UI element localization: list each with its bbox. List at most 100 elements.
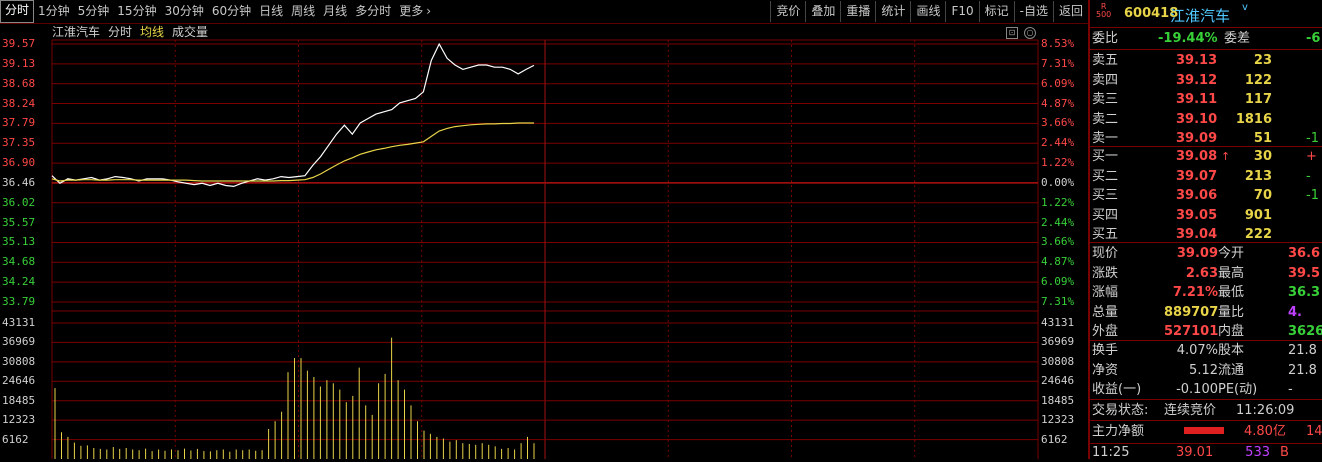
chart-options-icon[interactable]: ○: [1024, 27, 1036, 39]
weibi-row: 委比 -19.44% 委差 -6: [1092, 29, 1322, 48]
sell-row-2: 卖二 39.10 1816: [1092, 110, 1322, 129]
tool-button-3[interactable]: 统计: [875, 1, 910, 22]
volume-tick-label: 24646: [2, 374, 36, 388]
market-badge: R 500: [1096, 3, 1111, 19]
price-tick-label: 37.35: [2, 136, 36, 150]
cell: 主力净额: [1092, 424, 1145, 439]
mode-label: 分时: [108, 25, 133, 39]
price-line: [51, 42, 535, 188]
tool-button-6[interactable]: 标记: [978, 1, 1014, 22]
pct-tick-label: 1.22%: [1041, 195, 1075, 209]
pct-tick-label: 6.09%: [1041, 76, 1075, 90]
panel-divider-line: [1090, 399, 1322, 400]
stock-name-label: 江淮汽车: [52, 25, 101, 39]
chevron-right-icon: ›: [426, 4, 432, 18]
avg-line-label[interactable]: 均线: [140, 24, 164, 41]
trade-status-row: 交易状态: 连续竞价 11:26:09: [1092, 401, 1322, 420]
cell: 净资: [1092, 362, 1119, 378]
price-tick-label: 38.68: [2, 76, 36, 90]
cell: 889707: [1164, 304, 1219, 320]
cell: 39.07: [1176, 168, 1218, 184]
tab-7[interactable]: 周线: [287, 1, 319, 22]
cell: 4.07%: [1176, 343, 1218, 358]
tab-8[interactable]: 月线: [319, 1, 351, 22]
cell: 2.63: [1185, 265, 1218, 281]
cell: 11:26:09: [1236, 403, 1295, 418]
stock-name: 江淮汽车: [1170, 7, 1231, 25]
stat-row-0: 现价 39.09 今开 36.6: [1092, 244, 1322, 263]
tab-5[interactable]: 60分钟: [208, 1, 255, 22]
stock-suffix: v: [1242, 2, 1248, 13]
price-tick-label: 36.90: [2, 156, 36, 170]
badge-500: 500: [1096, 10, 1112, 19]
tab-0[interactable]: 分时: [0, 0, 35, 23]
cell: 卖四: [1092, 72, 1119, 88]
cell: 39.12: [1176, 72, 1218, 88]
cell: 39.5: [1288, 265, 1321, 281]
stat-row-1: 涨跌 2.63 最高 39.5: [1092, 264, 1322, 283]
price-tick-label: 34.24: [2, 275, 36, 289]
price-tick-label: 35.57: [2, 215, 36, 229]
tool-button-4[interactable]: 画线: [910, 1, 945, 22]
cell: 涨跌: [1092, 265, 1119, 281]
price-tick-label: 38.24: [2, 96, 36, 110]
volume-tick-label: 30808: [2, 354, 36, 368]
volume-tick-label: 36969: [2, 335, 36, 349]
tool-button-1[interactable]: 叠加: [805, 1, 840, 22]
cell: 39.13: [1176, 53, 1218, 68]
cell: 最高: [1218, 265, 1245, 281]
tab-2[interactable]: 5分钟: [74, 1, 114, 22]
panel-divider-line: [1090, 420, 1322, 421]
stat2-row-0: 换手 4.07% 股本 21.8: [1092, 341, 1322, 360]
cell: 涨幅: [1092, 285, 1119, 300]
tool-button-0[interactable]: 竞价: [770, 1, 805, 22]
volume-tick-label-right: 36969: [1041, 335, 1075, 349]
tab-6[interactable]: 日线: [255, 1, 287, 22]
cell: 内盘: [1218, 324, 1245, 339]
cell: 收益(一): [1092, 382, 1142, 397]
price-tick-label: 36.02: [2, 195, 36, 209]
buy-row-1: 买一 39.08 ↑ 30 +: [1092, 147, 1322, 166]
volume-label[interactable]: 成交量: [172, 24, 208, 41]
cell: 39.01: [1176, 445, 1214, 460]
tab-1[interactable]: 1分钟: [34, 1, 74, 22]
tool-button-8[interactable]: 返回: [1052, 1, 1088, 22]
cell: 换手: [1092, 343, 1119, 358]
pct-tick-label: 1.22%: [1041, 156, 1075, 170]
cell: 卖三: [1092, 92, 1119, 107]
tool-button-7[interactable]: -自选: [1013, 1, 1053, 22]
tool-buttons: 竞价 叠加 重播 统计 画线 F10 标记 -自选 返回: [770, 0, 1088, 23]
volume-tick-label-right: 18485: [1041, 393, 1075, 407]
cell: -0.100: [1176, 382, 1218, 397]
cell: 39.10: [1176, 111, 1218, 127]
stat2-row-2: 收益(一) -0.100 PE(动) -: [1092, 380, 1322, 399]
last-tick-row: 11:25 39.01 533 B: [1092, 443, 1322, 462]
tool-button-5[interactable]: F10: [945, 1, 978, 22]
pct-tick-label: 7.31%: [1041, 295, 1075, 308]
cell: 39.11: [1176, 92, 1218, 107]
cell: 流通: [1218, 362, 1245, 378]
cell: 117: [1244, 92, 1272, 107]
cell: 7.21%: [1172, 285, 1218, 300]
pct-tick-label: 2.44%: [1041, 215, 1075, 229]
pct-tick-label: 4.87%: [1041, 96, 1075, 110]
cell: 901: [1244, 207, 1272, 223]
tab-10[interactable]: 更多 ›: [395, 1, 435, 22]
cell: 23: [1253, 53, 1272, 68]
cell: -: [1288, 382, 1293, 397]
cell: 213: [1244, 168, 1272, 184]
panel-divider-line: [1090, 49, 1322, 50]
tool-button-2[interactable]: 重播: [840, 1, 875, 22]
cell: 买四: [1092, 207, 1119, 223]
tab-3[interactable]: 15分钟: [113, 1, 160, 22]
cell: 39.05: [1176, 207, 1218, 223]
cell: 最低: [1218, 285, 1245, 300]
pct-tick-label: 4.87%: [1041, 255, 1075, 269]
cell: 36260: [1288, 324, 1322, 339]
chart-settings-icon[interactable]: ⊡: [1006, 27, 1018, 39]
volume-tick-label-right: 30808: [1041, 354, 1075, 368]
stat-row-3: 总量 889707 量比 4.: [1092, 303, 1322, 322]
tab-4[interactable]: 30分钟: [161, 1, 208, 22]
tab-9[interactable]: 多分时: [351, 1, 395, 22]
cell: 量比: [1218, 304, 1245, 320]
